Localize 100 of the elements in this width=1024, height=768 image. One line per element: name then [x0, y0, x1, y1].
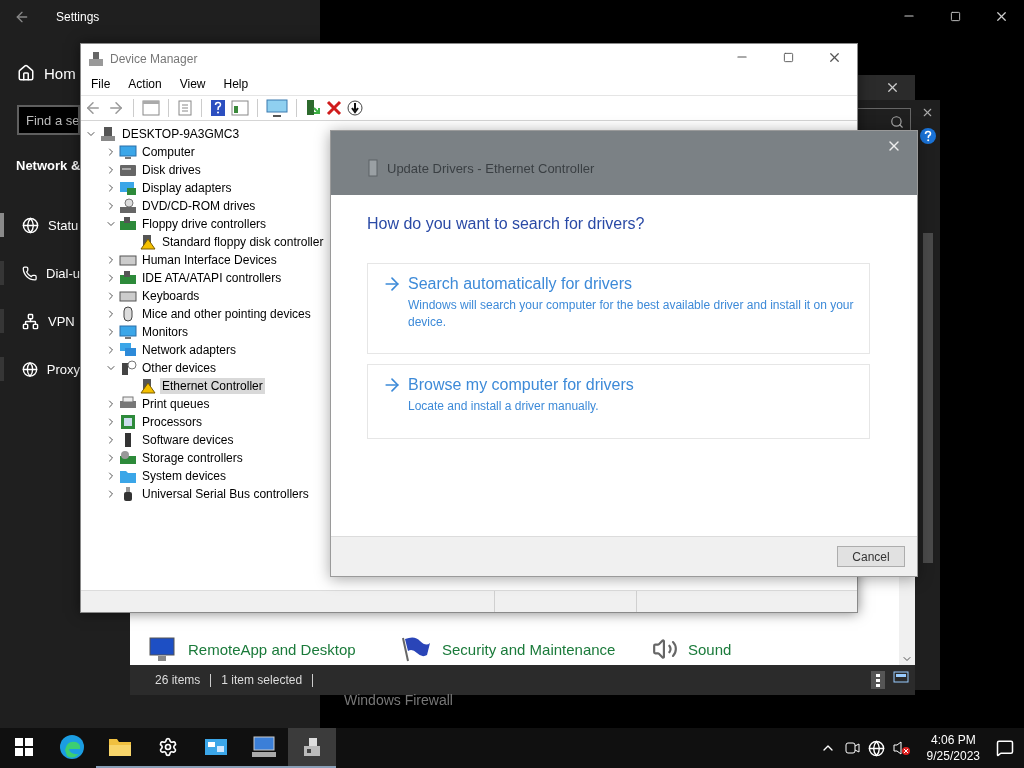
- search-icon: [890, 114, 904, 129]
- dialog-title: Update Drivers - Ethernet Controller: [387, 160, 595, 176]
- nav-item[interactable]: Statu: [0, 201, 80, 249]
- option-title: Search automatically for drivers: [408, 275, 633, 293]
- help-icon[interactable]: [210, 99, 226, 117]
- tree-item[interactable]: Computer: [140, 144, 197, 160]
- folder-icon: [108, 737, 132, 757]
- camera-icon[interactable]: [843, 740, 860, 756]
- phone-icon: [21, 264, 38, 282]
- menu-item[interactable]: File: [82, 74, 120, 94]
- forward-icon[interactable]: [107, 99, 125, 117]
- tree-item[interactable]: Standard floppy disk controller: [160, 234, 326, 250]
- device-manager-icon: [88, 50, 104, 67]
- list-view-icon[interactable]: [142, 100, 160, 116]
- panel-icon[interactable]: [231, 100, 249, 116]
- monitor-icon[interactable]: [266, 99, 288, 117]
- drive-icon: [119, 162, 137, 178]
- update-driver-icon[interactable]: [305, 99, 321, 117]
- display-card-icon: [119, 180, 137, 196]
- network-icon: [22, 312, 39, 330]
- tree-item[interactable]: IDE ATA/ATAPI controllers: [140, 270, 284, 286]
- windows-logo-icon: [15, 738, 33, 756]
- nav-item[interactable]: VPN: [0, 297, 80, 345]
- settings-icon: [158, 737, 178, 757]
- maximize-icon: [782, 51, 794, 63]
- device-icon: [367, 159, 379, 177]
- folder-icon: [119, 468, 137, 484]
- tree-item[interactable]: Storage controllers: [140, 450, 245, 466]
- unknown-device-icon: [119, 360, 137, 376]
- control-panel-icon: [204, 737, 228, 757]
- nav-item[interactable]: Proxy: [0, 345, 80, 393]
- download-icon[interactable]: [347, 100, 363, 116]
- tree-item[interactable]: Other devices: [140, 360, 219, 376]
- tree-item[interactable]: Display adapters: [140, 180, 234, 196]
- speaker-icon: [652, 636, 678, 662]
- storage-icon: [119, 450, 137, 466]
- globe-icon[interactable]: [867, 739, 885, 757]
- tree-item[interactable]: Mice and other pointing devices: [140, 306, 313, 322]
- tree-item[interactable]: Processors: [140, 414, 205, 430]
- tree-item[interactable]: Monitors: [140, 324, 190, 340]
- tree-item[interactable]: Ethernet Controller: [160, 378, 265, 394]
- control-panel-link[interactable]: RemoteApp and Desktop: [188, 640, 356, 658]
- close-icon[interactable]: [921, 106, 934, 119]
- muted-speaker-icon[interactable]: [892, 740, 911, 756]
- tree-item[interactable]: System devices: [140, 468, 229, 484]
- tree-item[interactable]: Disk drives: [140, 162, 203, 178]
- control-panel-link[interactable]: Sound: [688, 640, 732, 658]
- cancel-button[interactable]: Cancel: [837, 546, 905, 567]
- menu-item[interactable]: Help: [214, 74, 258, 94]
- computer-icon: [251, 735, 277, 759]
- back-icon[interactable]: [84, 99, 102, 117]
- nav-item[interactable]: Hom: [44, 64, 76, 82]
- tree-item[interactable]: Network adapters: [140, 342, 239, 358]
- disc-drive-icon: [119, 198, 137, 214]
- controller-card-icon: [119, 270, 137, 286]
- computer-icon: [99, 126, 117, 142]
- driver-option[interactable]: Search automatically for drivers Windows will search your computer for the best available driver and install it on your device.: [367, 263, 870, 354]
- tree-item[interactable]: DVD/CD-ROM drives: [140, 198, 258, 214]
- window-title: Settings: [56, 9, 100, 24]
- device-manager-icon: [301, 736, 323, 758]
- section-title: Network &: [16, 157, 81, 175]
- uninstall-icon[interactable]: [326, 100, 342, 116]
- tree-item[interactable]: Print queues: [140, 396, 212, 412]
- home-icon[interactable]: [17, 64, 35, 82]
- tree-item[interactable]: Human Interface Devices: [140, 252, 279, 268]
- remote-desktop-icon: [148, 635, 178, 663]
- menu-item[interactable]: Action: [119, 74, 171, 94]
- network-icon: [119, 342, 137, 358]
- clock[interactable]: 4:06 PM 9/25/2023: [926, 732, 980, 764]
- option-description: Windows will search your computer for the best available driver and install it on your device.: [407, 297, 855, 331]
- tiles-view-icon[interactable]: [893, 671, 909, 683]
- globe-icon: [22, 216, 39, 234]
- chip-icon: [119, 414, 137, 430]
- driver-option[interactable]: Browse my computer for drivers Locate and install a driver manually.: [367, 364, 870, 439]
- menu-item[interactable]: View: [170, 74, 215, 94]
- keyboard-icon: [119, 288, 137, 304]
- notifications-icon[interactable]: [996, 739, 1014, 757]
- tree-item[interactable]: Universal Serial Bus controllers: [140, 486, 311, 502]
- maximize-icon: [949, 10, 961, 22]
- tree-item[interactable]: Floppy drive controllers: [140, 216, 269, 232]
- taskbar-button[interactable]: [288, 728, 336, 768]
- keyboard-icon: [119, 252, 137, 268]
- warning-device-icon: [139, 234, 157, 250]
- help-icon[interactable]: [918, 127, 937, 145]
- tree-item[interactable]: DESKTOP-9A3GMC3: [120, 126, 242, 142]
- tree-item[interactable]: Software devices: [140, 432, 236, 448]
- globe-icon: [21, 360, 38, 378]
- option-description: Locate and install a driver manually.: [407, 398, 600, 415]
- control-panel-link[interactable]: Security and Maintenance: [442, 640, 616, 658]
- dialog-heading: How do you want to search for drivers?: [367, 215, 646, 233]
- browser-icon: [59, 734, 85, 760]
- status-text: 1 item selected: [221, 673, 303, 687]
- window-title: Device Manager: [110, 51, 198, 66]
- nav-item[interactable]: Dial-u: [0, 249, 80, 297]
- details-view-icon[interactable]: [871, 671, 885, 689]
- monitor-icon: [119, 144, 137, 160]
- controller-card-icon: [119, 216, 137, 232]
- tree-item[interactable]: Keyboards: [140, 288, 202, 304]
- warning-device-icon: [139, 378, 157, 394]
- status-text: 26 items: [155, 673, 201, 687]
